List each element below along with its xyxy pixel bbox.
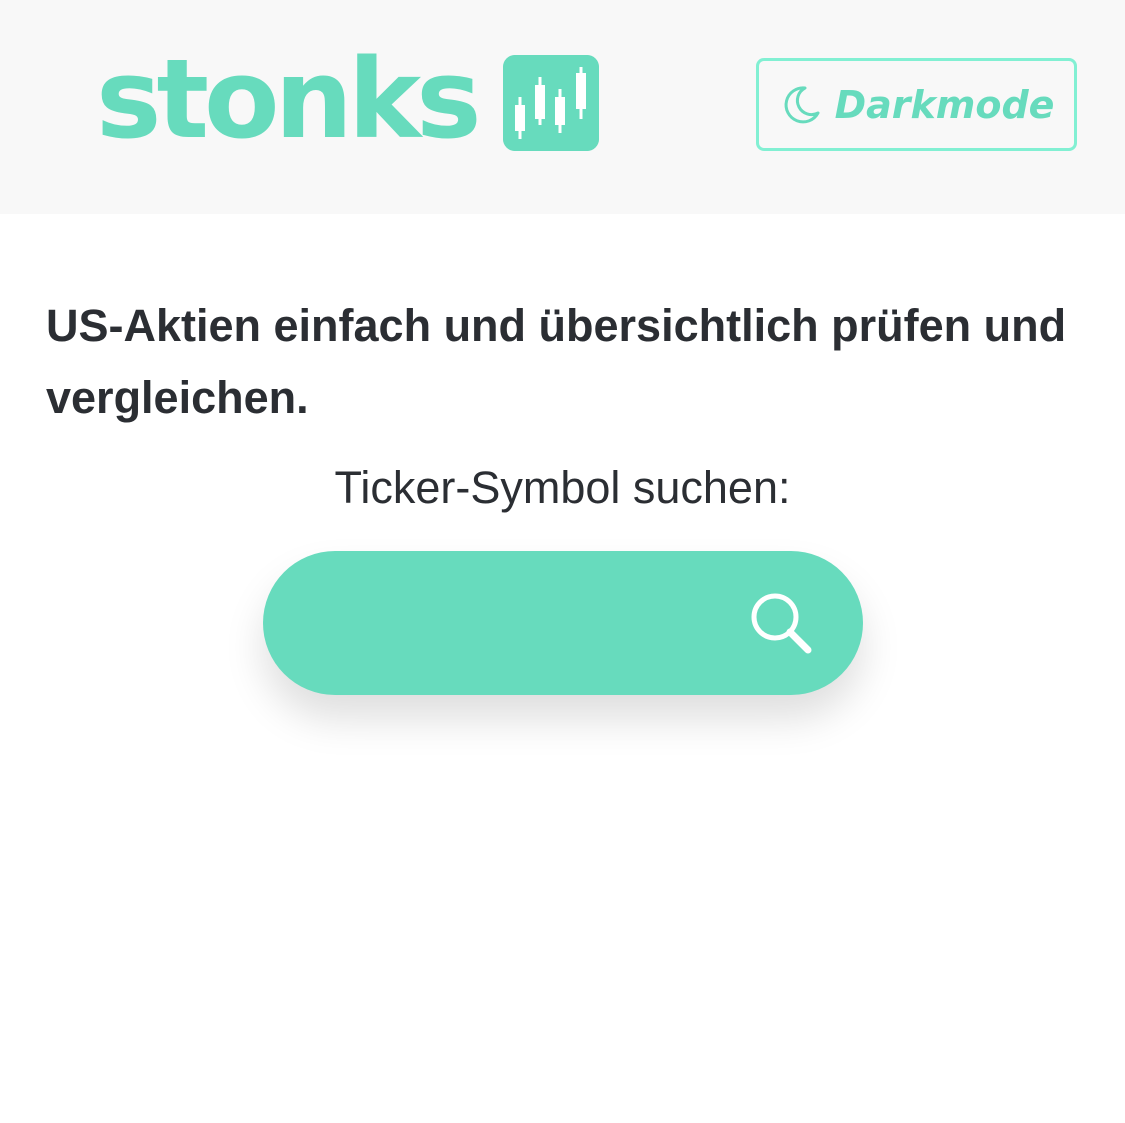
search-icon[interactable]	[747, 589, 817, 659]
logo[interactable]: stonks	[96, 44, 599, 154]
darkmode-button[interactable]: Darkmode	[756, 58, 1077, 151]
page-headline: US-Aktien einfach und übersichtlich prüf…	[46, 300, 1067, 423]
header: stonks Darkmode	[0, 0, 1125, 214]
darkmode-label: Darkmode	[834, 82, 1055, 127]
candlestick-chart-icon	[502, 55, 599, 151]
moon-icon	[784, 85, 820, 123]
search-label: Ticker-Symbol suchen:	[334, 462, 791, 513]
ticker-search-input[interactable]	[323, 591, 727, 657]
search-box[interactable]	[263, 551, 863, 695]
logo-text: stonks	[96, 35, 482, 163]
